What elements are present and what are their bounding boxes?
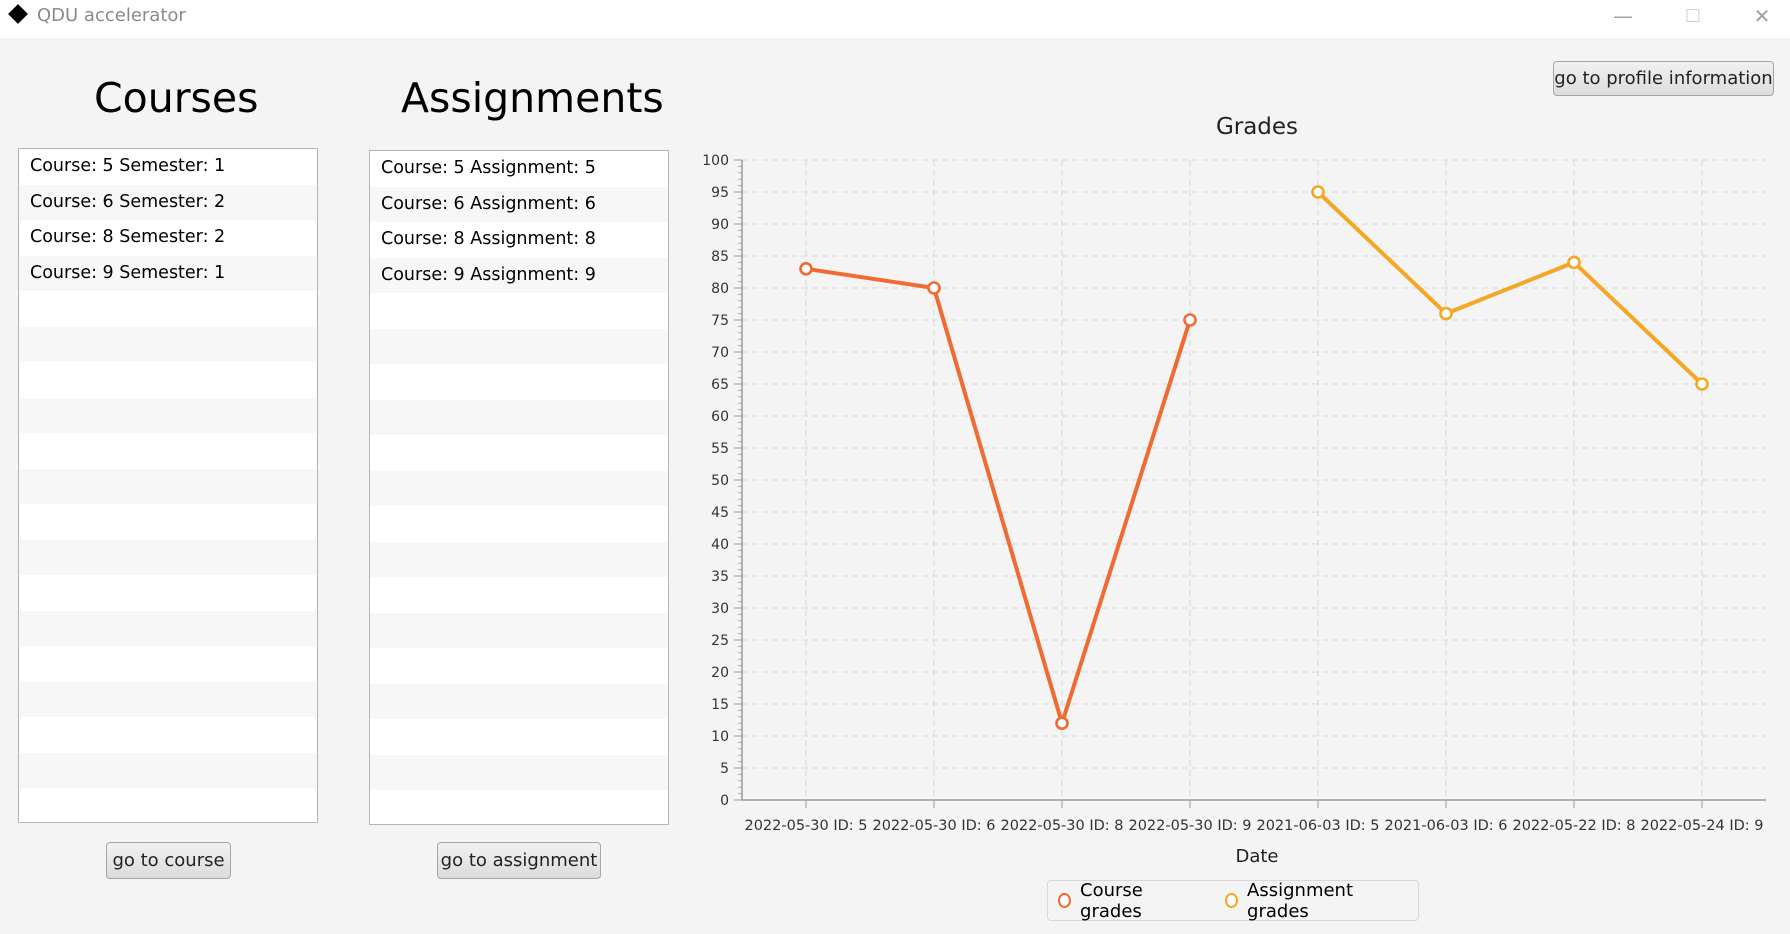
y-tick-label: 30 bbox=[711, 601, 729, 617]
y-tick-label: 50 bbox=[711, 473, 729, 489]
legend-item-course-grades: Course grades bbox=[1058, 880, 1187, 922]
x-tick-label: 2022-05-30 ID: 8 bbox=[1000, 818, 1123, 834]
chart-legend: Course grades Assignment grades bbox=[1047, 879, 1419, 922]
y-tick-label: 0 bbox=[720, 793, 729, 809]
y-tick-label: 5 bbox=[720, 761, 729, 777]
y-tick-label: 20 bbox=[711, 665, 729, 681]
y-tick-label: 40 bbox=[711, 537, 729, 553]
y-tick-label: 35 bbox=[711, 569, 729, 585]
legend-label: Assignment grades bbox=[1247, 879, 1354, 922]
legend-label: Course grades bbox=[1080, 879, 1143, 922]
chart-title: Grades bbox=[1216, 114, 1298, 140]
y-tick-label: 90 bbox=[711, 217, 729, 233]
legend-marker-icon bbox=[1058, 893, 1072, 908]
y-tick-label: 75 bbox=[711, 313, 729, 329]
y-tick-label: 60 bbox=[711, 409, 729, 425]
y-tick-label: 15 bbox=[711, 697, 729, 713]
y-tick-label: 85 bbox=[711, 249, 729, 265]
y-tick-label: 55 bbox=[711, 441, 729, 457]
y-tick-label: 95 bbox=[711, 185, 729, 201]
y-tick-label: 10 bbox=[711, 729, 729, 745]
data-point bbox=[1311, 185, 1325, 199]
x-tick-label: 2022-05-24 ID: 9 bbox=[1640, 818, 1763, 834]
legend-item-assignment-grades: Assignment grades bbox=[1224, 879, 1390, 922]
y-tick-label: 65 bbox=[711, 377, 729, 393]
y-tick-label: 45 bbox=[711, 505, 729, 521]
x-tick-label: 2022-05-30 ID: 5 bbox=[744, 818, 867, 834]
x-tick-label: 2021-06-03 ID: 6 bbox=[1384, 818, 1507, 834]
y-tick-label: 100 bbox=[702, 153, 729, 169]
data-point bbox=[1439, 306, 1453, 321]
legend-marker-icon bbox=[1224, 893, 1239, 908]
data-point bbox=[799, 261, 813, 276]
x-tick-label: 2022-05-22 ID: 8 bbox=[1512, 818, 1635, 834]
data-point bbox=[1695, 377, 1709, 391]
x-axis-label: Date bbox=[1235, 846, 1278, 867]
data-point bbox=[1567, 255, 1581, 270]
y-tick-label: 25 bbox=[711, 633, 729, 649]
data-point bbox=[1055, 716, 1069, 731]
data-point bbox=[1183, 313, 1197, 327]
x-tick-label: 2021-06-03 ID: 5 bbox=[1256, 818, 1379, 834]
y-tick-label: 80 bbox=[711, 281, 729, 297]
x-tick-label: 2022-05-30 ID: 9 bbox=[1128, 818, 1251, 834]
grades-chart: Grades 0 5 10 15 20 25 30 35 40 45 50 55 60 65 70 75 80 85… bbox=[702, 114, 1766, 867]
x-tick-label: 2022-05-30 ID: 6 bbox=[872, 818, 995, 834]
y-tick-label: 70 bbox=[711, 345, 729, 361]
data-point bbox=[927, 281, 941, 295]
series-line-0 bbox=[805, 266, 1192, 726]
